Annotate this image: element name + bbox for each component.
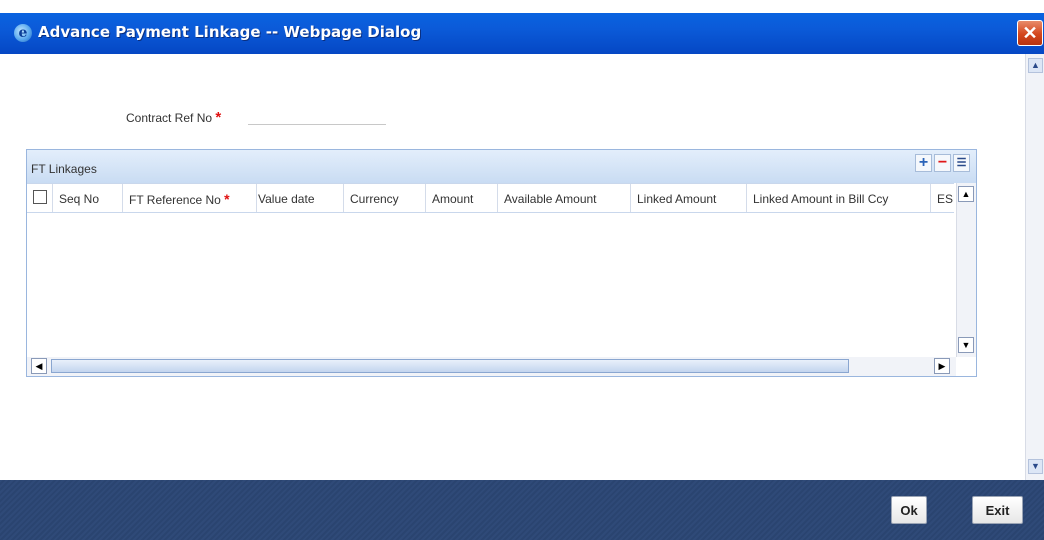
column-header-row: Seq No FT Reference No * Value date Curr… <box>27 183 954 213</box>
column-header[interactable]: Amount <box>426 184 498 212</box>
column-header-text: FT Reference No <box>129 193 221 207</box>
scroll-left-icon[interactable]: ◀ <box>31 358 47 374</box>
browser-icon: e <box>14 24 32 42</box>
minus-icon: − <box>937 154 948 171</box>
scroll-up-icon[interactable]: ▲ <box>958 186 974 202</box>
contract-ref-label: Contract Ref No * <box>126 109 221 126</box>
required-marker: * <box>215 109 222 126</box>
window-title: Advance Payment Linkage -- Webpage Dialo… <box>38 23 422 41</box>
scroll-up-icon[interactable]: ▲ <box>1028 58 1043 73</box>
close-button[interactable]: ✕ <box>1017 20 1043 46</box>
ok-button[interactable]: Ok <box>891 496 927 524</box>
horizontal-scroll-thumb[interactable] <box>51 359 849 373</box>
list-icon: ☰ <box>956 157 967 169</box>
select-all-cell <box>27 184 53 212</box>
grid-horizontal-scrollbar[interactable]: ◀ ▶ <box>27 357 956 376</box>
column-header[interactable]: Linked Amount <box>631 184 747 212</box>
column-header[interactable]: Available Amount <box>498 184 631 212</box>
column-header[interactable]: Seq No <box>53 184 123 212</box>
grid-title: FT Linkages <box>31 162 97 176</box>
column-header[interactable]: ESN <box>931 184 954 212</box>
grid-vertical-scrollbar[interactable]: ▲ ▼ <box>956 183 976 357</box>
ft-linkages-grid: FT Linkages + − ☰ Seq No FT Reference No… <box>26 149 977 377</box>
grid-header: FT Linkages + − ☰ <box>27 150 976 183</box>
page-scrollbar[interactable]: ▲ ▼ <box>1025 54 1044 480</box>
column-header[interactable]: Value date <box>252 184 344 212</box>
column-header[interactable]: Linked Amount in Bill Ccy <box>747 184 931 212</box>
select-all-checkbox[interactable] <box>33 190 47 204</box>
single-view-button[interactable]: ☰ <box>953 154 970 172</box>
column-header[interactable]: FT Reference No * <box>123 184 257 212</box>
scroll-down-icon[interactable]: ▼ <box>958 337 974 353</box>
title-bar: e Advance Payment Linkage -- Webpage Dia… <box>0 13 1044 54</box>
exit-button[interactable]: Exit <box>972 496 1023 524</box>
required-marker: * <box>224 191 230 207</box>
add-row-button[interactable]: + <box>915 154 932 172</box>
contract-ref-input[interactable] <box>248 106 386 125</box>
column-header[interactable]: Currency <box>344 184 426 212</box>
contract-ref-label-text: Contract Ref No <box>126 111 213 125</box>
plus-icon: + <box>918 154 929 171</box>
delete-row-button[interactable]: − <box>934 154 951 172</box>
scroll-right-icon[interactable]: ▶ <box>934 358 950 374</box>
scroll-down-icon[interactable]: ▼ <box>1028 459 1043 474</box>
dialog-window: e Advance Payment Linkage -- Webpage Dia… <box>0 0 1044 540</box>
footer-bar: Ok Exit <box>0 480 1044 540</box>
